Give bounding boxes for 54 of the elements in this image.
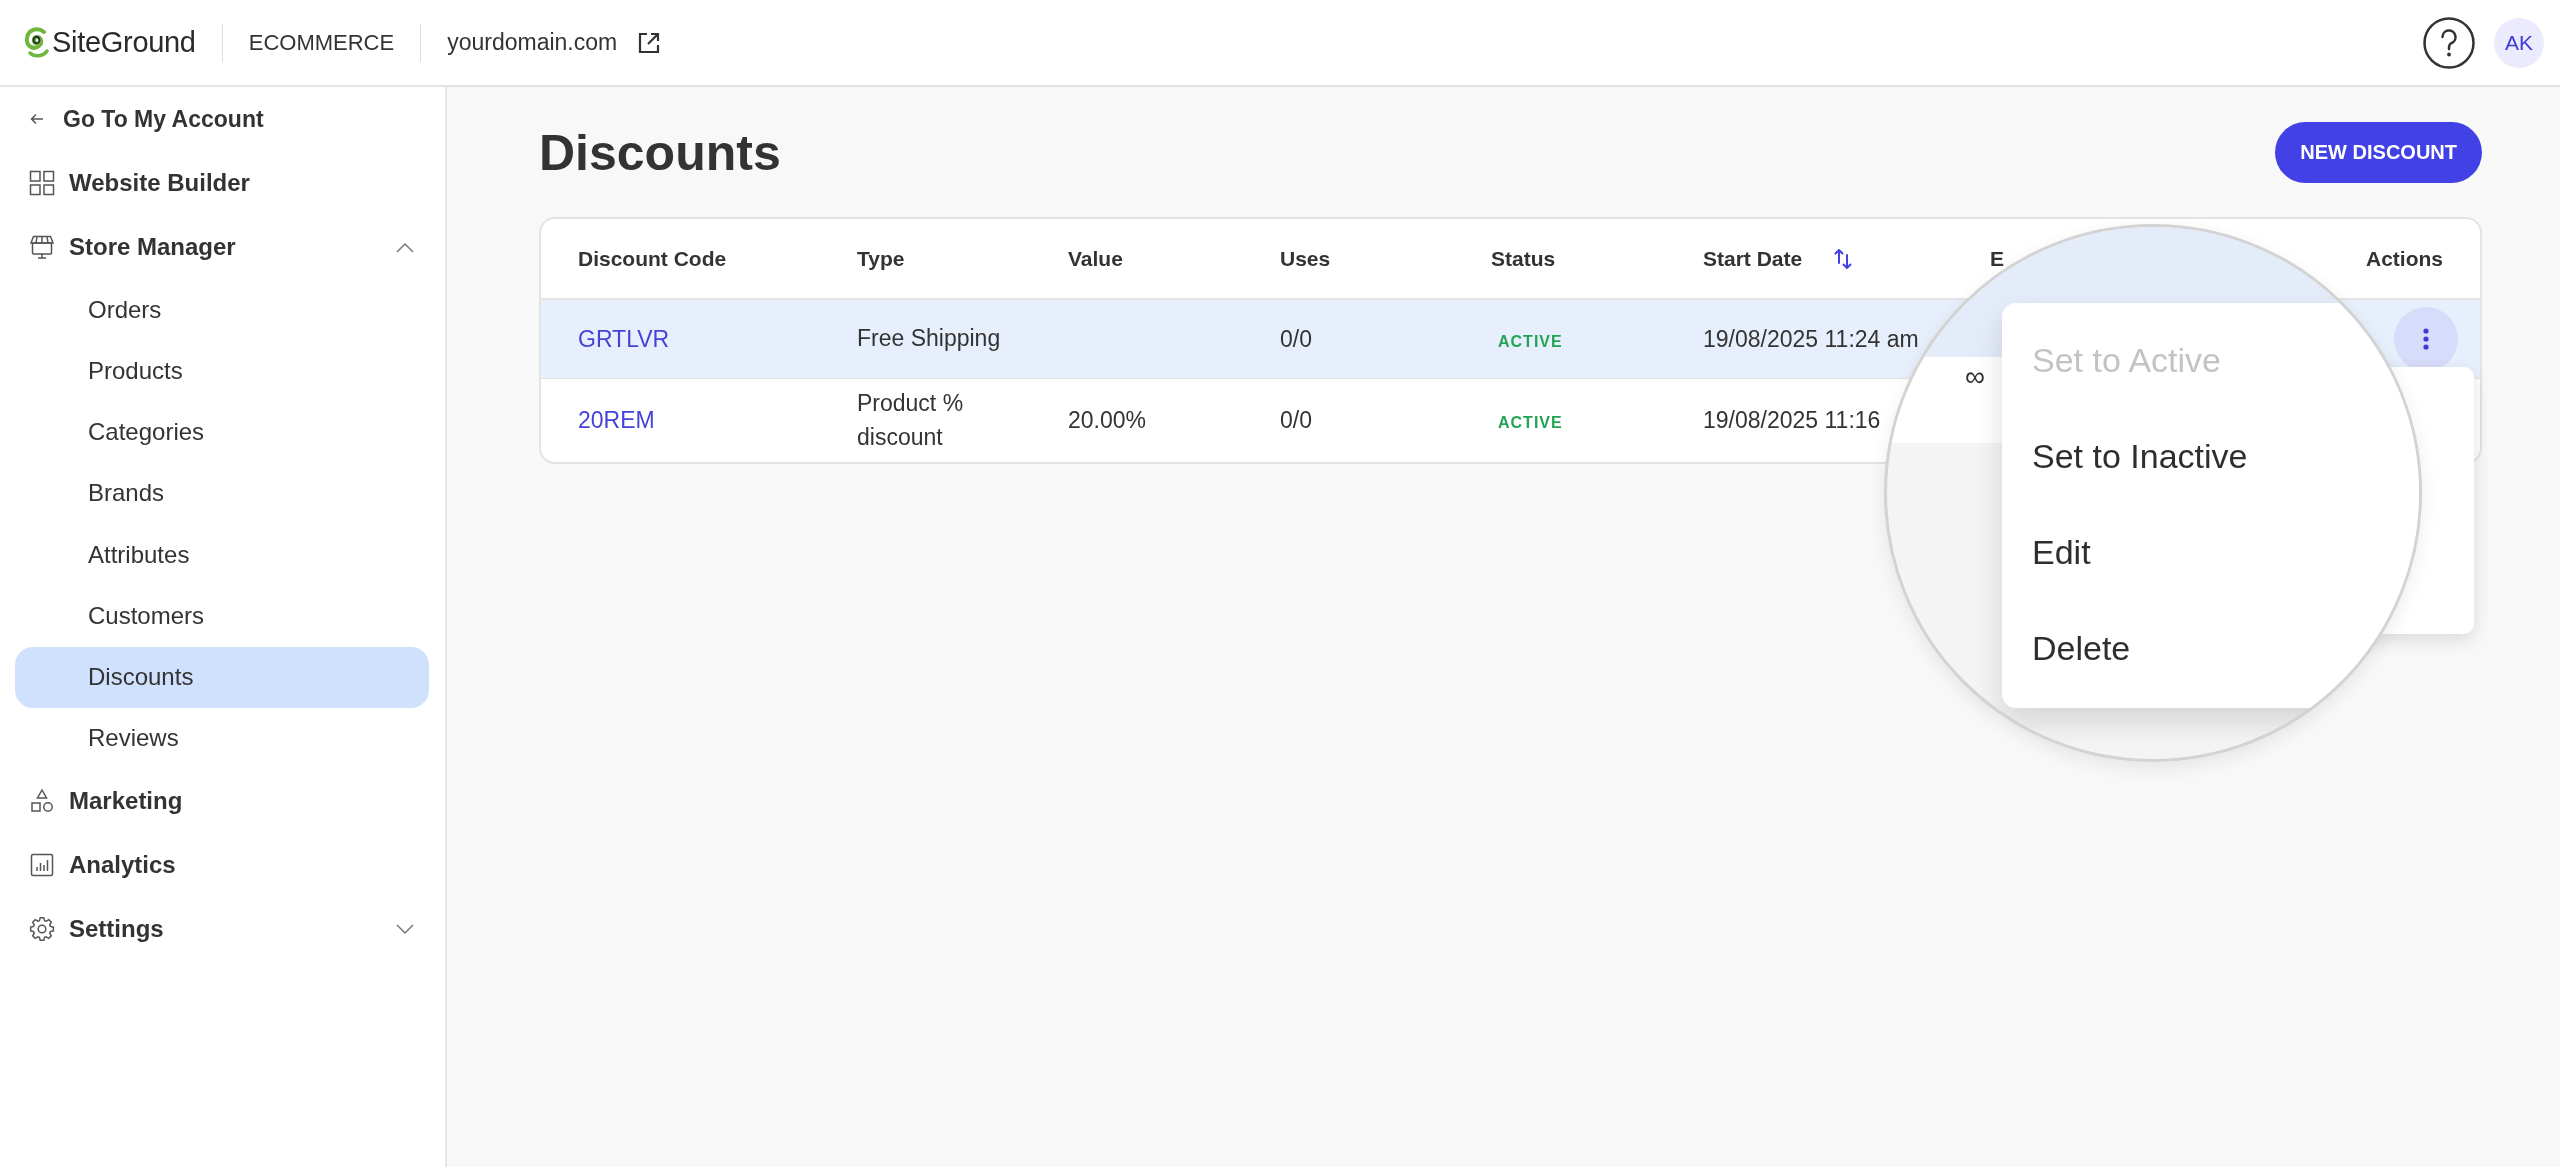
storefront-icon — [29, 234, 55, 260]
back-link[interactable]: Go To My Account — [0, 87, 445, 151]
status-label: ACTIVE — [1497, 332, 1563, 350]
column-header: Discount Code — [578, 246, 727, 271]
column-header: Actions — [2366, 246, 2443, 271]
shapes-icon — [29, 788, 55, 814]
sidebar-item[interactable]: Settings — [0, 897, 445, 961]
column-header: Value — [1068, 246, 1123, 271]
bar-chart-icon — [29, 852, 55, 878]
logo-icon — [24, 25, 50, 60]
user-avatar[interactable]: AK — [2494, 17, 2544, 68]
external-link-icon[interactable] — [637, 30, 662, 55]
column-header: Uses — [1280, 246, 1331, 271]
table-cell: 0/0 — [1280, 407, 1312, 433]
sidebar-subitem[interactable]: Orders — [15, 279, 429, 341]
discount-code-link[interactable]: GRTLVR — [578, 325, 670, 352]
table-cell: 19/08/2025 11:16 — [1703, 407, 1881, 433]
sidebar-subitem[interactable]: Reviews — [15, 707, 429, 769]
sort-icon[interactable] — [1834, 246, 1853, 271]
page-title: Discounts — [539, 123, 781, 182]
settings-icon — [29, 916, 55, 942]
chevron-down-icon[interactable] — [396, 923, 414, 935]
column-header: E — [1990, 246, 2004, 271]
sidebar-subitem[interactable]: Customers — [15, 585, 429, 647]
arrow-left-icon — [30, 113, 44, 125]
sidebar-item[interactable]: Website Builder — [0, 151, 445, 215]
section-label: ECOMMERCE — [248, 29, 395, 56]
table-cell: 0/0 — [1280, 325, 1312, 352]
help-icon[interactable] — [2423, 16, 2475, 69]
sidebar-subitem[interactable]: Products — [15, 340, 429, 402]
sidebar-subitem[interactable]: Categories — [15, 401, 429, 463]
sidebar-subitem[interactable]: Brands — [15, 462, 429, 524]
grid-icon — [29, 170, 55, 196]
sidebar-item[interactable]: Analytics — [0, 833, 445, 897]
menu-item[interactable]: Delete — [2032, 600, 2131, 696]
column-header: Start Date — [1703, 246, 1803, 271]
sidebar-item[interactable]: Marketing — [0, 769, 445, 833]
sidebar-item[interactable]: Store Manager — [0, 215, 445, 279]
table-cell: 19/08/2025 11:24 am — [1703, 325, 1919, 352]
discount-code-link[interactable]: 20REM — [578, 407, 655, 433]
table-cell-text: Free Shipping — [857, 324, 1001, 354]
domain-link[interactable]: yourdomain.com — [447, 29, 618, 56]
sidebar-subitem[interactable]: Attributes — [15, 524, 429, 586]
column-header: Status — [1491, 246, 1556, 271]
column-header: Type — [857, 246, 905, 271]
vertical-dots-icon — [2423, 328, 2429, 350]
table-cell: 20.00% — [1068, 407, 1146, 433]
table-cell-text: Product % discount — [857, 389, 965, 452]
new-discount-button[interactable]: NEW DISCOUNT — [2275, 122, 2482, 183]
menu-item[interactable]: Edit — [2032, 504, 2091, 600]
sidebar-subitem[interactable]: Discounts — [15, 646, 429, 708]
status-label: ACTIVE — [1497, 414, 1563, 431]
chevron-up-icon[interactable] — [396, 241, 414, 253]
brand-name: SiteGround — [52, 26, 196, 59]
